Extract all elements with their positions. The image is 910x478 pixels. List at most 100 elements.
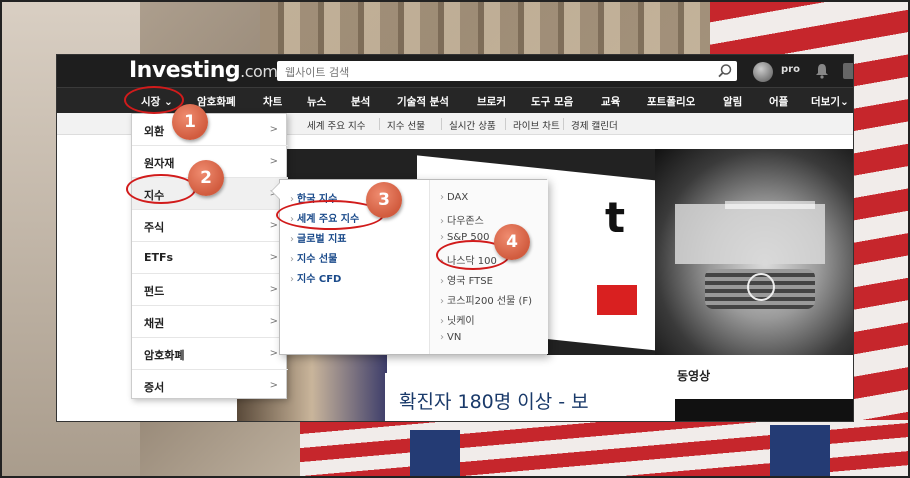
- subnav-live-charts[interactable]: 라이브 차트: [513, 118, 560, 132]
- menu-item-certificates[interactable]: 증서 >: [132, 370, 288, 402]
- step-badge-2: 2: [188, 160, 224, 196]
- menu-item-label: ETFs: [144, 251, 174, 264]
- submenu-dow-jones[interactable]: › 다우존스: [440, 212, 484, 227]
- submenu-label: VN: [447, 332, 462, 343]
- chevron-right-icon: >: [269, 316, 278, 327]
- menu-item-label: 증서: [144, 381, 165, 394]
- step-badge-4: 4: [494, 224, 530, 260]
- video-section-title: 동영상: [677, 369, 711, 383]
- nav-education[interactable]: 교육: [601, 94, 620, 109]
- submenu-pointer: [271, 182, 280, 200]
- search-box[interactable]: [277, 61, 737, 83]
- content-left-blank: [57, 135, 132, 421]
- menu-item-stocks[interactable]: 주식 >: [132, 210, 288, 242]
- bullet-icon: ›: [440, 192, 444, 203]
- nav-technical[interactable]: 기술적 분석: [397, 94, 449, 109]
- nav-more-label: 더보기: [811, 96, 840, 108]
- top-bar: Investing.com pro: [57, 55, 853, 87]
- logo-main: Investing: [129, 58, 241, 83]
- submenu-label: 글로벌 지표: [297, 234, 347, 245]
- submenu-label: 코스피200 선물 (F): [447, 296, 532, 307]
- nav-charts[interactable]: 차트: [263, 94, 282, 109]
- site-logo[interactable]: Investing.com: [129, 58, 278, 83]
- nav-brokers[interactable]: 브로커: [477, 94, 506, 109]
- chevron-right-icon: >: [269, 380, 278, 391]
- submenu-index-cfd[interactable]: › 지수 CFD: [290, 270, 341, 285]
- step-badge-3: 3: [366, 182, 402, 218]
- news-headline[interactable]: 확진자 180명 이상 - 보: [399, 387, 589, 414]
- submenu-nikkei[interactable]: › 닛케이: [440, 312, 475, 327]
- step-badge-1: 1: [172, 104, 208, 140]
- divider: [505, 118, 506, 130]
- submenu-label: 지수 CFD: [297, 274, 342, 285]
- bell-icon[interactable]: [815, 63, 829, 79]
- submenu-label: DAX: [447, 192, 469, 203]
- bullet-icon: ›: [440, 276, 444, 287]
- submenu-label: 지수 선물: [297, 254, 338, 265]
- bullet-icon: ›: [440, 296, 444, 307]
- portfolio-icon[interactable]: [843, 63, 853, 79]
- hero-red-button[interactable]: [597, 285, 637, 315]
- chevron-right-icon: >: [269, 284, 278, 295]
- chevron-right-icon: >: [269, 156, 278, 167]
- user-label[interactable]: pro: [781, 64, 800, 75]
- bullet-icon: ›: [290, 274, 294, 285]
- menu-item-label: 펀드: [144, 285, 165, 298]
- bullet-icon: ›: [440, 316, 444, 327]
- menu-item-crypto[interactable]: 암호화폐 >: [132, 338, 288, 370]
- menu-item-forex[interactable]: 외환 >: [132, 114, 288, 146]
- nav-alerts[interactable]: 알림: [723, 94, 742, 109]
- bullet-icon: ›: [290, 234, 294, 245]
- nav-crypto[interactable]: 암호화폐: [197, 94, 236, 109]
- user-avatar[interactable]: [753, 62, 773, 82]
- divider: [441, 118, 442, 130]
- menu-item-bonds[interactable]: 채권 >: [132, 306, 288, 338]
- background-flag-union: [770, 425, 830, 478]
- menu-item-funds[interactable]: 펀드 >: [132, 274, 288, 306]
- nav-more[interactable]: 더보기⌄: [811, 94, 849, 109]
- nav-news[interactable]: 뉴스: [307, 94, 326, 109]
- chevron-right-icon: >: [269, 348, 278, 359]
- nav-apps[interactable]: 어플: [769, 94, 788, 109]
- submenu-kospi200-futures[interactable]: › 코스피200 선물 (F): [440, 292, 532, 307]
- menu-item-etfs[interactable]: ETFs >: [132, 242, 288, 274]
- submenu-vn[interactable]: › VN: [440, 332, 461, 343]
- car-emblem: [747, 273, 775, 301]
- subnav-realtime-commodities[interactable]: 실시간 상품: [449, 118, 496, 132]
- background-flag-union: [410, 430, 460, 478]
- submenu-label: 다우존스: [447, 216, 484, 227]
- search-icon[interactable]: [717, 63, 733, 79]
- subnav-index-futures[interactable]: 지수 선물: [387, 118, 425, 132]
- highlight-ring-indices: [126, 174, 196, 204]
- submenu-index-futures[interactable]: › 지수 선물: [290, 250, 337, 265]
- bullet-icon: ›: [440, 216, 444, 227]
- menu-item-label: 암호화폐: [144, 349, 185, 362]
- menu-item-label: 채권: [144, 317, 165, 330]
- video-thumbnail[interactable]: [675, 399, 853, 421]
- chevron-down-icon: ⌄: [839, 96, 849, 108]
- bullet-icon: ›: [440, 232, 444, 243]
- chevron-right-icon: >: [269, 220, 278, 231]
- menu-item-label: 원자재: [144, 157, 175, 170]
- divider: [379, 118, 380, 130]
- chevron-right-icon: >: [269, 252, 278, 263]
- bullet-icon: ›: [440, 332, 444, 343]
- submenu-uk-ftse[interactable]: › 영국 FTSE: [440, 272, 493, 287]
- bullet-icon: ›: [290, 254, 294, 265]
- markets-dropdown: 외환 > 원자재 > 지수 > 주식 > ETFs > 펀드 > 채권 > 암호화폐 > 증서 >: [131, 113, 288, 402]
- subnav-world-indices[interactable]: 세계 주요 지수: [307, 118, 365, 132]
- menu-item-label: 외환: [144, 125, 165, 138]
- menu-item-label: 주식: [144, 221, 165, 234]
- hero-text: t: [605, 193, 626, 242]
- blurred-ad-text: [725, 201, 815, 209]
- submenu-global-indicators[interactable]: › 글로벌 지표: [290, 230, 346, 245]
- blurred-ad-box: [675, 204, 825, 264]
- nav-analysis[interactable]: 분석: [351, 94, 370, 109]
- search-input[interactable]: [277, 62, 697, 83]
- subnav-economic-calendar[interactable]: 경제 캘린더: [571, 118, 618, 132]
- nav-tools[interactable]: 도구 모음: [531, 94, 573, 109]
- submenu-dax[interactable]: › DAX: [440, 192, 468, 203]
- nav-portfolio[interactable]: 포트폴리오: [647, 94, 695, 109]
- divider: [563, 118, 564, 130]
- background-building-columns: [260, 0, 740, 60]
